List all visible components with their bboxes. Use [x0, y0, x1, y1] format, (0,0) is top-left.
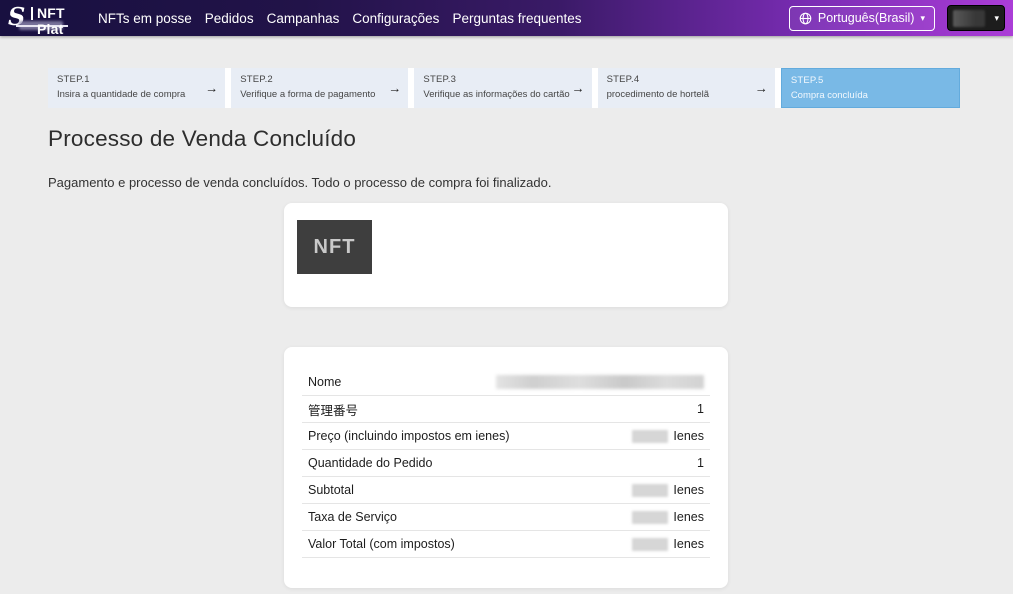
step-4: STEP.4 procedimento de hortelã →	[598, 68, 775, 108]
chevron-down-icon: ▾	[920, 14, 925, 23]
nav-item-configuracoes[interactable]: Configurações	[352, 5, 439, 32]
table-row-quantidade: Quantidade do Pedido 1	[302, 450, 710, 477]
logo-brand-text: NFT Plat	[37, 5, 94, 37]
navbar: S NFT Plat NFTs em posse Pedidos Campanh…	[0, 0, 1013, 36]
nft-image-card: NFT	[284, 203, 728, 307]
currency-suffix: Ienes	[673, 429, 704, 443]
row-value: 1	[697, 456, 704, 470]
nav-item-perguntas-frequentes[interactable]: Perguntas frequentes	[452, 5, 581, 32]
table-row-subtotal: Subtotal Ienes	[302, 477, 710, 504]
row-label: Nome	[308, 375, 341, 389]
row-value	[496, 375, 704, 389]
logo[interactable]: S NFT Plat	[6, 1, 94, 35]
nav-item-campanhas[interactable]: Campanhas	[267, 5, 340, 32]
row-label: Subtotal	[308, 483, 354, 497]
step-number: STEP.5	[791, 75, 950, 86]
table-row-preco: Preço (incluindo impostos em ienes) Iene…	[302, 423, 710, 450]
step-number: STEP.3	[423, 74, 582, 85]
logo-separator	[31, 7, 33, 20]
row-value: Ienes	[632, 537, 704, 551]
row-label: Quantidade do Pedido	[308, 456, 432, 470]
step-label: Verifique as informações do cartão	[423, 89, 582, 100]
step-label: Compra concluída	[791, 90, 950, 101]
arrow-right-icon: →	[572, 81, 585, 96]
step-3: STEP.3 Verifique as informações do cartã…	[414, 68, 591, 108]
row-label: Preço (incluindo impostos em ienes)	[308, 429, 509, 443]
table-row-numero-gestao: 管理番号 1	[302, 396, 710, 423]
currency-suffix: Ienes	[673, 537, 704, 551]
table-row-taxa-servico: Taxa de Serviço Ienes	[302, 504, 710, 531]
arrow-right-icon: →	[205, 81, 218, 96]
step-number: STEP.1	[57, 74, 216, 85]
chevron-down-icon: ▾	[994, 14, 999, 23]
redacted-value	[632, 430, 668, 443]
page-title: Processo de Venda Concluído	[48, 126, 356, 152]
step-1: STEP.1 Insira a quantidade de compra →	[48, 68, 225, 108]
redacted-value	[632, 538, 668, 551]
row-value: Ienes	[632, 510, 704, 524]
currency-suffix: Ienes	[673, 510, 704, 524]
row-label: Valor Total (com impostos)	[308, 537, 455, 551]
step-2: STEP.2 Verifique a forma de pagamento →	[231, 68, 408, 108]
account-redacted-value	[953, 10, 985, 27]
redacted-value	[632, 511, 668, 524]
step-5-active: STEP.5 Compra concluída	[781, 68, 960, 108]
checkout-steps: STEP.1 Insira a quantidade de compra → S…	[48, 68, 960, 108]
step-number: STEP.4	[607, 74, 766, 85]
row-value: Ienes	[632, 483, 704, 497]
row-label: 管理番号	[308, 400, 358, 419]
row-label: Taxa de Serviço	[308, 510, 397, 524]
globe-icon	[799, 12, 812, 25]
language-selector-label: Português(Brasil)	[818, 11, 915, 25]
nft-thumbnail: NFT	[297, 220, 372, 274]
nav-item-pedidos[interactable]: Pedidos	[205, 5, 254, 32]
step-label: Verifique a forma de pagamento	[240, 89, 399, 100]
redacted-value	[496, 375, 704, 389]
language-selector-button[interactable]: Português(Brasil) ▾	[789, 6, 935, 31]
account-menu-button[interactable]: ▾	[947, 5, 1005, 31]
step-number: STEP.2	[240, 74, 399, 85]
nav-item-nfts-em-posse[interactable]: NFTs em posse	[98, 5, 192, 32]
currency-suffix: Ienes	[673, 483, 704, 497]
row-value: Ienes	[632, 429, 704, 443]
nav-menu: NFTs em posse Pedidos Campanhas Configur…	[98, 5, 582, 32]
arrow-right-icon: →	[755, 81, 768, 96]
step-label: Insira a quantidade de compra	[57, 89, 216, 100]
redacted-value	[632, 484, 668, 497]
table-row-nome: Nome	[302, 369, 710, 396]
arrow-right-icon: →	[388, 81, 401, 96]
page-subtitle: Pagamento e processo de venda concluídos…	[48, 175, 551, 190]
order-details-card: Nome 管理番号 1 Preço (incluindo impostos em…	[284, 347, 728, 588]
step-label: procedimento de hortelã	[607, 89, 766, 100]
table-row-valor-total: Valor Total (com impostos) Ienes	[302, 531, 710, 558]
row-value: 1	[697, 402, 704, 416]
